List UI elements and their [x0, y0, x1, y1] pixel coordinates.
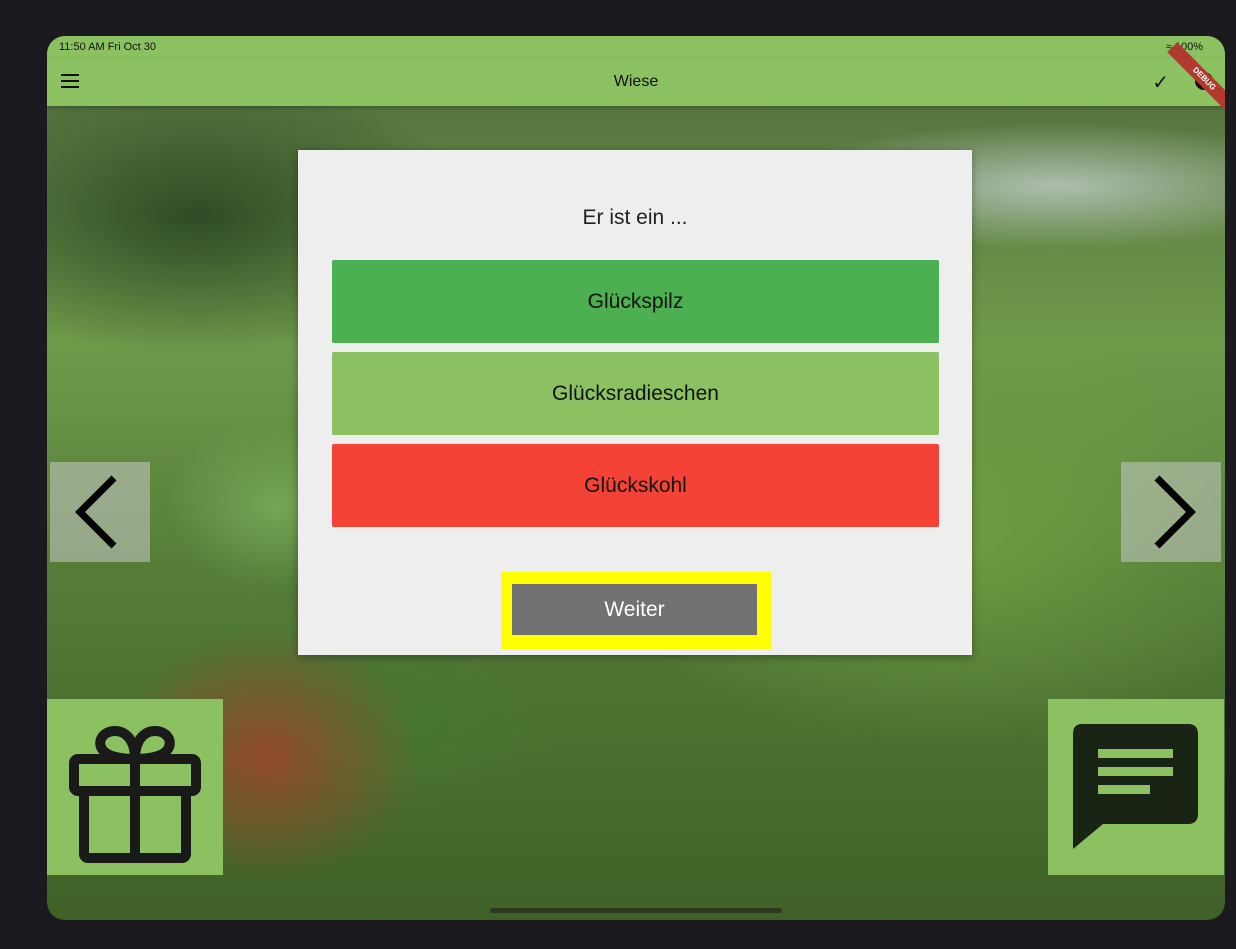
quiz-question: Er ist ein ... [582, 206, 688, 229]
chat-button[interactable] [1048, 699, 1224, 875]
check-icon[interactable]: ✓ [1152, 70, 1169, 95]
answer-option-2[interactable]: Glücksradieschen [332, 352, 939, 435]
quiz-card: Er ist ein ... Glückspilz Glücksradiesch… [298, 150, 972, 655]
continue-button[interactable]: Weiter [512, 584, 757, 635]
answer-option-1[interactable]: Glückspilz [332, 260, 939, 343]
continue-highlight: Weiter [501, 572, 771, 649]
chevron-left-icon [75, 475, 117, 549]
home-indicator [490, 908, 782, 913]
gift-button[interactable] [47, 699, 223, 875]
status-bar: 11:50 AM Fri Oct 30 ≈ 100% [47, 36, 1225, 58]
app-screen: 11:50 AM Fri Oct 30 ≈ 100% Wiese ✓ i DEB… [47, 36, 1225, 920]
page-title: Wiese [613, 73, 659, 90]
chat-icon [1073, 724, 1198, 849]
next-button[interactable] [1121, 462, 1221, 562]
previous-button[interactable] [50, 462, 150, 562]
answer-option-3[interactable]: Glückskohl [332, 444, 939, 527]
chevron-right-icon [1154, 475, 1196, 549]
status-time: 11:50 AM Fri Oct 30 [59, 41, 157, 53]
app-bar: Wiese ✓ i DEBUG [47, 42, 1225, 116]
gift-icon [69, 726, 201, 863]
